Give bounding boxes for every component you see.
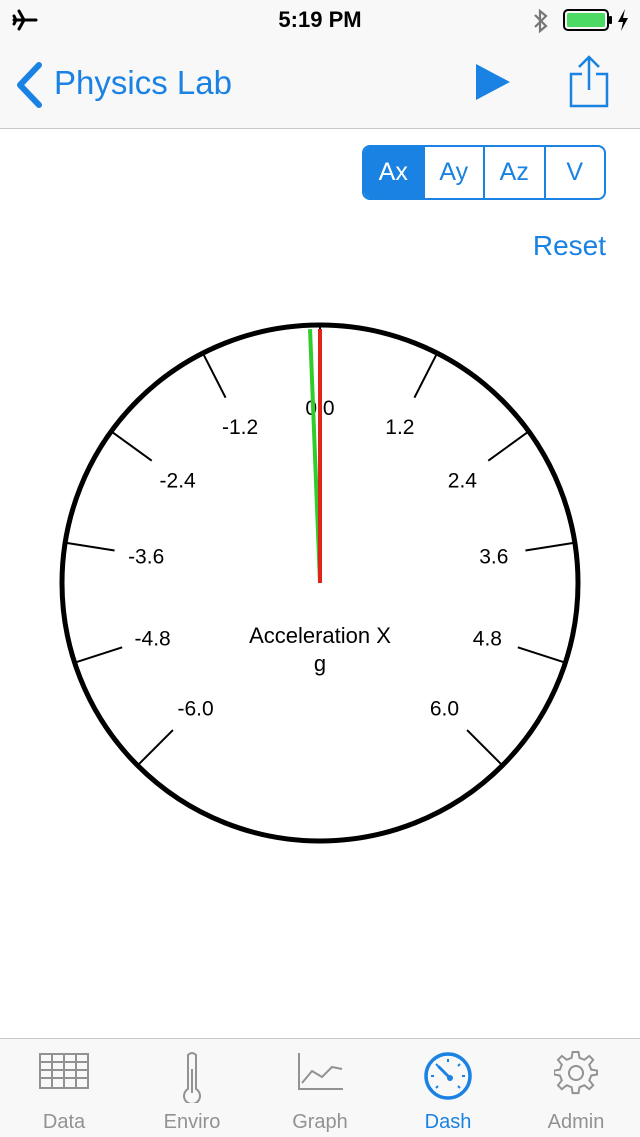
tab-label: Admin bbox=[547, 1111, 605, 1133]
bluetooth-icon bbox=[534, 8, 548, 34]
tick-label: -4.8 bbox=[135, 627, 171, 650]
tab-label: Data bbox=[42, 1111, 86, 1133]
navigation-bar: Physics Lab bbox=[0, 40, 640, 129]
axis-segmented-control: Ax Ay Az V bbox=[362, 145, 606, 200]
tab-graph[interactable]: Graph bbox=[256, 1039, 384, 1137]
segment-ax[interactable]: Ax bbox=[364, 147, 423, 198]
tick-label: 4.8 bbox=[473, 627, 502, 650]
gear-icon bbox=[554, 1051, 598, 1095]
acceleration-gauge: -6.0 -4.8 -3.6 -2.4 -1.2 0.0 1.2 2.4 3.6… bbox=[59, 322, 581, 844]
tick-label: -3.6 bbox=[128, 545, 164, 568]
segment-ay[interactable]: Ay bbox=[422, 147, 484, 198]
charging-bolt-icon bbox=[618, 9, 628, 31]
tab-admin[interactable]: Admin bbox=[512, 1039, 640, 1137]
back-chevron-icon[interactable] bbox=[14, 62, 44, 108]
tab-enviro[interactable]: Enviro bbox=[128, 1039, 256, 1137]
share-icon[interactable] bbox=[566, 54, 612, 110]
tick-label: -6.0 bbox=[177, 697, 213, 720]
tab-dash[interactable]: Dash bbox=[384, 1039, 512, 1137]
table-icon bbox=[39, 1053, 89, 1089]
tab-label: Graph bbox=[292, 1111, 348, 1133]
status-bar: 5:19 PM bbox=[0, 0, 640, 40]
tick-label: -1.2 bbox=[222, 416, 258, 439]
back-button-label[interactable]: Physics Lab bbox=[54, 64, 232, 102]
play-icon[interactable] bbox=[474, 62, 512, 102]
line-graph-icon bbox=[298, 1053, 343, 1090]
tab-label: Enviro bbox=[163, 1111, 221, 1133]
battery-icon bbox=[563, 9, 612, 31]
tick-label: 1.2 bbox=[385, 416, 414, 439]
segment-az[interactable]: Az bbox=[483, 147, 544, 198]
tick-label: 3.6 bbox=[479, 545, 508, 568]
dashboard-gauge-icon bbox=[424, 1052, 472, 1100]
thermometer-icon bbox=[183, 1052, 201, 1103]
tab-data[interactable]: Data bbox=[0, 1039, 128, 1137]
reset-button[interactable]: Reset bbox=[500, 230, 606, 262]
tick-label: -2.4 bbox=[160, 470, 197, 493]
tab-bar: Data Enviro Graph Dash Admin bbox=[0, 1038, 640, 1137]
tick-label: 2.4 bbox=[448, 470, 478, 493]
tab-label: Dash bbox=[424, 1111, 472, 1133]
tick-label: 6.0 bbox=[430, 697, 459, 720]
gauge-unit: g bbox=[314, 651, 326, 676]
gauge-title: Acceleration X bbox=[249, 623, 391, 648]
segment-v[interactable]: V bbox=[543, 147, 605, 198]
